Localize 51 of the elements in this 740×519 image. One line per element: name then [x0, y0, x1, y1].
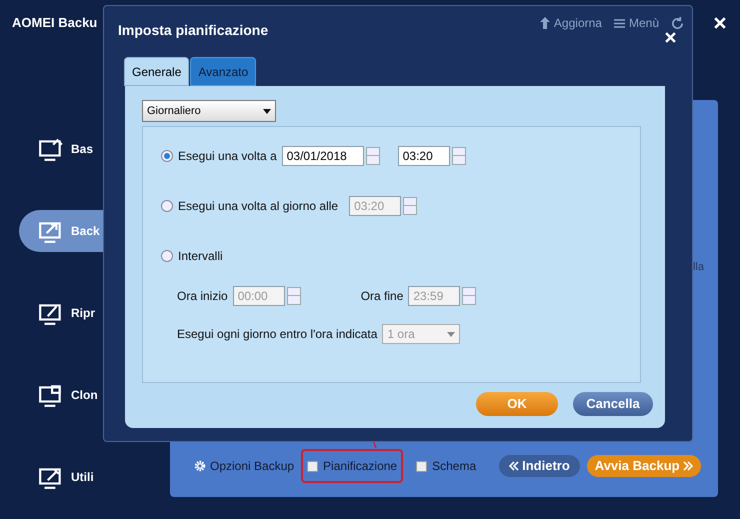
cancel-button[interactable]: Cancella: [573, 392, 653, 416]
radio-button[interactable]: [161, 200, 173, 212]
arrow-up-icon: [540, 17, 550, 29]
time-field[interactable]: 03:20: [398, 146, 450, 166]
computer-icon: [38, 136, 64, 162]
time-field[interactable]: 23:59: [408, 286, 460, 306]
sidebar-item[interactable]: Utili: [19, 456, 170, 498]
radio-button[interactable]: [161, 150, 173, 162]
options-link[interactable]: Opzioni Backup: [210, 457, 294, 475]
option-label: Esegui una volta al giorno alle: [178, 198, 338, 215]
spinner-buttons[interactable]: [286, 287, 301, 305]
spinner-buttons[interactable]: [403, 197, 418, 215]
sidebar-item[interactable]: Bas: [19, 128, 170, 170]
app-title: AOMEI Backu: [12, 14, 98, 32]
dialog-tab[interactable]: Generale: [124, 57, 190, 86]
end-time-label: Ora fine: [360, 288, 404, 305]
frequency-dropdown[interactable]: Giornaliero: [142, 100, 276, 122]
checkbox-option[interactable]: Pianificazione: [301, 449, 404, 483]
ok-button[interactable]: OK: [476, 392, 558, 416]
close-icon[interactable]: [714, 17, 726, 29]
time-field[interactable]: 00:00: [232, 286, 285, 306]
back-button[interactable]: Indietro: [499, 455, 580, 477]
dialog-title: Imposta pianificazione: [118, 20, 268, 40]
sidebar-item[interactable]: Clon: [19, 374, 170, 416]
caret-icon: [263, 108, 271, 114]
option-label: Intervalli: [178, 248, 223, 265]
chevrons-left-icon: [509, 461, 520, 471]
update-button[interactable]: Aggiorna: [540, 14, 602, 32]
start-backup-button[interactable]: Avvia Backup: [586, 455, 701, 477]
time-field[interactable]: 03:20: [349, 196, 402, 216]
time-field[interactable]: 03/01/2018: [282, 146, 364, 166]
checkbox-option[interactable]: Schema: [410, 449, 482, 483]
spinner-buttons[interactable]: [366, 147, 380, 165]
sidebar-item[interactable]: Ripr: [19, 292, 170, 334]
radio-button[interactable]: [161, 250, 173, 262]
settings-icon: [194, 460, 206, 472]
caret-icon: [447, 332, 456, 336]
dialog-tab[interactable]: Avanzato: [190, 57, 256, 86]
checkbox[interactable]: [307, 460, 318, 472]
start-time-label: Ora inizio: [177, 288, 228, 305]
close-icon[interactable]: [665, 32, 676, 42]
spinner-buttons[interactable]: [462, 287, 476, 305]
option-label: Esegui una volta a: [178, 148, 277, 165]
hour-dropdown[interactable]: 1 ora: [382, 324, 460, 344]
chevrons-right-icon: [682, 461, 693, 471]
refresh-icon[interactable]: [671, 16, 684, 30]
within-label: Esegui ogni giorno entro l'ora indicata: [177, 326, 378, 343]
menu-icon: [614, 18, 625, 28]
checkbox[interactable]: [416, 460, 428, 472]
menu-button[interactable]: Menù: [614, 14, 659, 32]
spinner-buttons[interactable]: [452, 147, 466, 165]
